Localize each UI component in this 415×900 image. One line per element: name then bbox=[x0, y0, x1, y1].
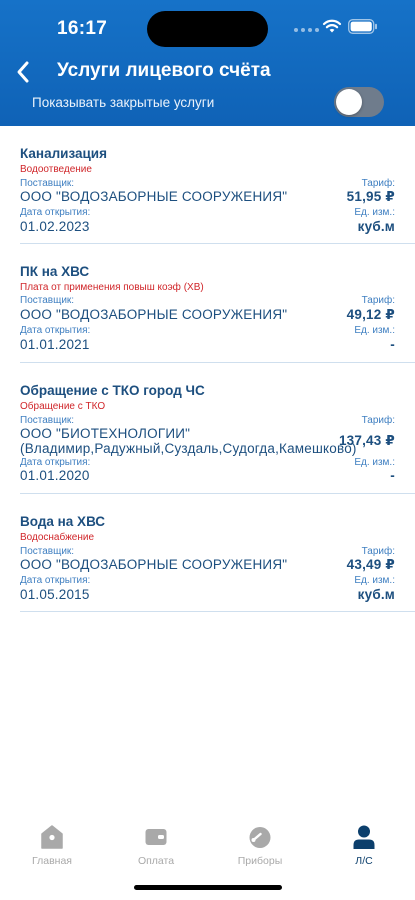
service-name: Вода на ХВС bbox=[20, 514, 106, 529]
open-date-label: Дата открытия: bbox=[20, 575, 91, 586]
header: 16:17 Услуги лицевого счёта Показывать з… bbox=[0, 0, 415, 126]
tariff-value: 43,49 ₽ bbox=[346, 557, 395, 572]
open-date-label: Дата открытия: bbox=[20, 207, 91, 218]
unit-label: Ед. изм.: bbox=[354, 325, 395, 336]
home-indicator[interactable] bbox=[134, 885, 282, 890]
show-closed-toggle[interactable] bbox=[334, 87, 384, 117]
toggle-knob bbox=[336, 89, 362, 115]
dynamic-island bbox=[147, 11, 268, 47]
service-name: Обращение с ТКО город ЧС bbox=[20, 383, 205, 398]
tariff-value: 51,95 ₽ bbox=[346, 189, 395, 204]
service-card[interactable]: Канализация Водоотведение Поставщик: Тар… bbox=[20, 126, 415, 244]
open-date-value: 01.05.2015 bbox=[20, 587, 90, 602]
services-list: Канализация Водоотведение Поставщик: Тар… bbox=[0, 126, 415, 612]
status-time: 16:17 bbox=[57, 18, 108, 39]
service-card[interactable]: ПК на ХВС Плата от применения повыш коэф… bbox=[20, 244, 415, 363]
tab-meters[interactable]: Приборы bbox=[208, 825, 312, 875]
supplier-label: Поставщик: bbox=[20, 295, 75, 306]
unit-value: - bbox=[390, 337, 395, 352]
show-closed-row: Показывать закрытые услуги bbox=[0, 86, 415, 120]
service-type: Обращение с ТКО bbox=[20, 401, 106, 412]
service-type: Водоотведение bbox=[20, 164, 92, 175]
tariff-value: 137,43 ₽ bbox=[338, 433, 395, 448]
supplier-label: Поставщик: bbox=[20, 178, 75, 189]
supplier-value-line2: (Владимир,Радужный,Суздаль,Судогда,Камеш… bbox=[20, 441, 357, 456]
tariff-label: Тариф: bbox=[361, 178, 395, 189]
service-name: Канализация bbox=[20, 146, 107, 161]
show-closed-label: Показывать закрытые услуги bbox=[32, 95, 215, 110]
battery-icon bbox=[348, 19, 377, 34]
nav-row: Услуги лицевого счёта bbox=[0, 56, 415, 88]
status-bar: 16:17 bbox=[0, 0, 415, 56]
open-date-label: Дата открытия: bbox=[20, 325, 91, 336]
supplier-value: ООО "ВОДОЗАБОРНЫЕ СООРУЖЕНИЯ" bbox=[20, 307, 288, 322]
supplier-label: Поставщик: bbox=[20, 415, 75, 426]
unit-label: Ед. изм.: bbox=[354, 575, 395, 586]
wifi-icon bbox=[322, 19, 342, 33]
open-date-value: 01.01.2021 bbox=[20, 337, 90, 352]
home-icon bbox=[41, 825, 63, 849]
service-card[interactable]: Обращение с ТКО город ЧС Обращение с ТКО… bbox=[20, 363, 415, 494]
tariff-label: Тариф: bbox=[361, 546, 395, 557]
tab-label: Оплата bbox=[137, 855, 175, 867]
supplier-label: Поставщик: bbox=[20, 546, 75, 557]
tab-label: Л/С bbox=[355, 855, 373, 867]
unit-value: куб.м bbox=[357, 219, 395, 234]
service-card[interactable]: Вода на ХВС Водоснабжение Поставщик: Тар… bbox=[20, 494, 415, 612]
back-icon[interactable] bbox=[12, 58, 34, 86]
signal-icon bbox=[294, 28, 319, 32]
page-title: Услуги лицевого счёта bbox=[57, 60, 271, 81]
open-date-value: 01.02.2023 bbox=[20, 219, 90, 234]
service-type: Плата от применения повыш коэф (ХВ) bbox=[20, 282, 204, 293]
tariff-label: Тариф: bbox=[361, 415, 395, 426]
tab-label: Приборы bbox=[237, 855, 283, 867]
tab-account[interactable]: Л/С bbox=[312, 825, 415, 875]
tariff-value: 49,12 ₽ bbox=[346, 307, 395, 322]
service-type: Водоснабжение bbox=[20, 532, 95, 543]
unit-value: куб.м bbox=[357, 587, 395, 602]
unit-label: Ед. изм.: bbox=[354, 207, 395, 218]
wallet-icon bbox=[145, 829, 167, 845]
tariff-label: Тариф: bbox=[361, 295, 395, 306]
open-date-label: Дата открытия: bbox=[20, 457, 91, 468]
open-date-value: 01.01.2020 bbox=[20, 468, 90, 483]
meter-icon bbox=[249, 827, 271, 848]
supplier-value: ООО "ВОДОЗАБОРНЫЕ СООРУЖЕНИЯ" bbox=[20, 189, 288, 204]
supplier-value: ООО "БИОТЕХНОЛОГИИ" bbox=[20, 426, 191, 441]
person-icon bbox=[353, 825, 375, 849]
tab-home[interactable]: Главная bbox=[0, 825, 104, 875]
unit-label: Ед. изм.: bbox=[354, 457, 395, 468]
unit-value: - bbox=[390, 468, 395, 483]
supplier-value: ООО "ВОДОЗАБОРНЫЕ СООРУЖЕНИЯ" bbox=[20, 557, 288, 572]
tab-label: Главная bbox=[32, 855, 72, 867]
tab-payment[interactable]: Оплата bbox=[104, 825, 208, 875]
service-name: ПК на ХВС bbox=[20, 264, 90, 279]
